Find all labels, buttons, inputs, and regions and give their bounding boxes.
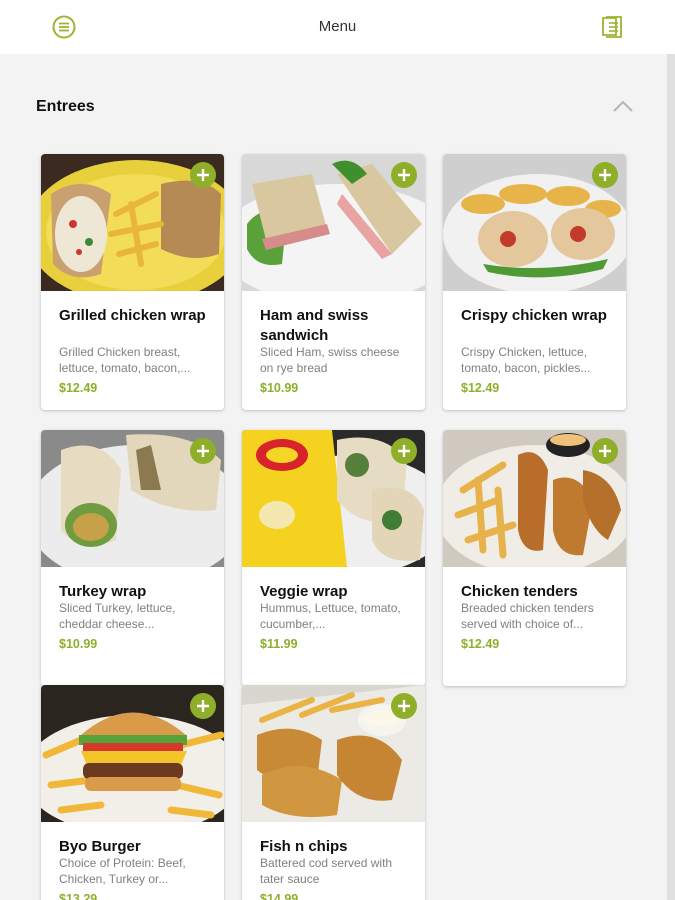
section-title: Entrees bbox=[36, 98, 95, 115]
receipt-icon[interactable] bbox=[599, 14, 625, 40]
add-to-cart-button[interactable] bbox=[190, 438, 216, 464]
menu-item-card[interactable]: Chicken tenders Breaded chicken tenders … bbox=[443, 430, 626, 686]
menu-item-card[interactable]: Grilled chicken wrap Grilled Chicken bre… bbox=[41, 154, 224, 410]
plus-icon bbox=[398, 169, 410, 181]
add-to-cart-button[interactable] bbox=[391, 693, 417, 719]
item-name: Crispy chicken wrap bbox=[461, 307, 607, 324]
item-name: Chicken tenders bbox=[461, 583, 578, 600]
item-description: Hummus, Lettuce, tomato, cucumber,... bbox=[260, 601, 401, 631]
item-price: $13.29 bbox=[59, 892, 98, 900]
menu-item-card[interactable]: Fish n chips Battered cod served with ta… bbox=[242, 685, 425, 900]
add-to-cart-button[interactable] bbox=[592, 438, 618, 464]
top-app-bar: Menu bbox=[0, 0, 675, 54]
plus-icon bbox=[197, 445, 209, 457]
plus-icon bbox=[599, 445, 611, 457]
plus-icon bbox=[197, 700, 209, 712]
item-name: Ham and swiss sandwich bbox=[260, 307, 369, 344]
item-name: Veggie wrap bbox=[260, 583, 348, 600]
item-price: $12.49 bbox=[461, 637, 500, 651]
menu-item-card[interactable]: Ham and swiss sandwich Sliced Ham, swiss… bbox=[242, 154, 425, 410]
item-name: Fish n chips bbox=[260, 838, 348, 855]
menu-item-card[interactable]: Veggie wrap Hummus, Lettuce, tomato, cuc… bbox=[242, 430, 425, 686]
item-description: Battered cod served with tater sauce bbox=[260, 856, 393, 886]
item-description: Sliced Turkey, lettuce, cheddar cheese..… bbox=[59, 601, 176, 631]
add-to-cart-button[interactable] bbox=[391, 162, 417, 188]
add-to-cart-button[interactable] bbox=[592, 162, 618, 188]
plus-icon bbox=[398, 700, 410, 712]
item-price: $12.49 bbox=[461, 381, 500, 395]
plus-icon bbox=[197, 169, 209, 181]
plus-icon bbox=[398, 445, 410, 457]
plus-icon bbox=[599, 169, 611, 181]
item-description: Choice of Protein: Beef, Chicken, Turkey… bbox=[59, 856, 186, 886]
item-description: Sliced Ham, swiss cheese on rye bread bbox=[260, 345, 400, 375]
item-name: Grilled chicken wrap bbox=[59, 307, 206, 324]
item-description: Crispy Chicken, lettuce, tomato, bacon, … bbox=[461, 345, 591, 375]
chevron-up-icon[interactable] bbox=[610, 96, 636, 118]
item-name: Byo Burger bbox=[59, 838, 141, 855]
add-to-cart-button[interactable] bbox=[391, 438, 417, 464]
item-price: $10.99 bbox=[260, 381, 299, 395]
add-to-cart-button[interactable] bbox=[190, 693, 216, 719]
item-description: Grilled Chicken breast, lettuce, tomato,… bbox=[59, 345, 191, 375]
page-title: Menu bbox=[318, 18, 357, 35]
item-price: $11.99 bbox=[260, 637, 298, 651]
item-name: Turkey wrap bbox=[59, 583, 147, 600]
menu-item-card[interactable]: Byo Burger Choice of Protein: Beef, Chic… bbox=[41, 685, 224, 900]
item-description: Breaded chicken tenders served with choi… bbox=[461, 601, 594, 631]
add-to-cart-button[interactable] bbox=[190, 162, 216, 188]
item-price: $14.99 bbox=[260, 892, 299, 900]
menu-item-card[interactable]: Turkey wrap Sliced Turkey, lettuce, ched… bbox=[41, 430, 224, 686]
menu-item-card[interactable]: Crispy chicken wrap Crispy Chicken, lett… bbox=[443, 154, 626, 410]
item-price: $12.49 bbox=[59, 381, 98, 395]
item-price: $10.99 bbox=[59, 637, 98, 651]
scrollbar[interactable] bbox=[667, 54, 675, 900]
